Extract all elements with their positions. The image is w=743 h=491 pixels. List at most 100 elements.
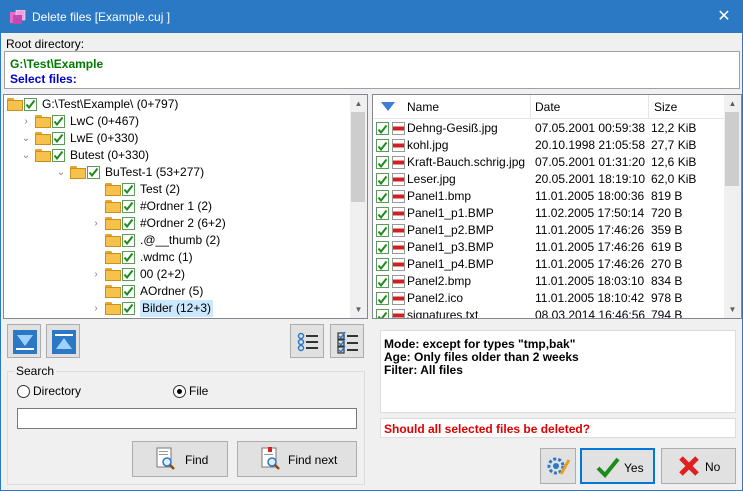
file-row[interactable]: Panel1.bmp 11.01.2005 18:00:36 819 B: [373, 188, 725, 205]
file-checkbox[interactable]: [376, 258, 389, 271]
tree-node[interactable]: #Ordner 1 (2): [4, 198, 349, 215]
file-row[interactable]: kohl.jpg 20.10.1998 21:05:58 27,7 KiB: [373, 137, 725, 154]
tree-node-checkbox[interactable]: [122, 217, 135, 230]
tree-node[interactable]: › #Ordner 2 (6+2): [4, 215, 349, 232]
file-checkbox[interactable]: [376, 275, 389, 288]
tree-expander-icon[interactable]: ›: [91, 215, 101, 232]
tree-expander-icon[interactable]: ›: [21, 113, 31, 130]
tree-node[interactable]: G:\Test\Example\ (0+797): [4, 96, 349, 113]
file-list[interactable]: Name Date Size Dehng-Gesiß.jpg 07.05.2001…: [372, 94, 742, 319]
file-row[interactable]: Kraft-Bauch.schrig.jpg 07.05.2001 01:31:2…: [373, 154, 725, 171]
scroll-up-arrow[interactable]: ▲: [350, 95, 367, 112]
tree-node-label: LwE (0+330): [70, 131, 139, 145]
file-date: 11.02.2005 17:50:14: [535, 206, 645, 220]
file-row[interactable]: Panel2.bmp 11.01.2005 18:03:10 834 B: [373, 273, 725, 290]
file-row[interactable]: signatures.txt 08.03.2014 16:46:56 794 B: [373, 307, 725, 318]
settings-button[interactable]: [540, 448, 576, 484]
file-radio[interactable]: [173, 385, 186, 398]
list-view-icon: [297, 332, 318, 352]
file-row[interactable]: Panel1_p1.BMP 11.02.2005 17:50:14 720 B: [373, 205, 725, 222]
file-checkbox[interactable]: [376, 241, 389, 254]
scroll-up-arrow[interactable]: ▲: [724, 95, 741, 112]
no-label: No: [705, 460, 721, 474]
file-checkbox[interactable]: [376, 122, 389, 135]
find-button[interactable]: Find: [132, 441, 228, 477]
tree-expander-icon[interactable]: ⌄: [21, 147, 31, 164]
tree-node-checkbox[interactable]: [122, 234, 135, 247]
tree-node[interactable]: › 00 (2+2): [4, 266, 349, 283]
tree-node[interactable]: › LwC (0+467): [4, 113, 349, 130]
file-row[interactable]: Panel2.ico 11.01.2005 18:10:42 978 B: [373, 290, 725, 307]
directory-radio-label[interactable]: Directory: [33, 384, 81, 398]
tree-node[interactable]: ⌄ LwE (0+330): [4, 130, 349, 147]
checklist-button[interactable]: [330, 324, 364, 358]
sort-arrow-icon[interactable]: [381, 102, 395, 112]
tree-expander-icon[interactable]: ›: [91, 300, 101, 317]
no-button[interactable]: No: [661, 448, 736, 484]
find-next-label: Find next: [288, 453, 338, 467]
scroll-down-arrow[interactable]: ▼: [724, 301, 741, 318]
tree-node[interactable]: › Bilder (12+3): [4, 300, 349, 317]
column-name[interactable]: Name: [407, 100, 439, 114]
tree-node[interactable]: Test (2): [4, 181, 349, 198]
directory-radio[interactable]: [17, 385, 30, 398]
close-button[interactable]: ✕: [706, 1, 742, 32]
file-list-scroll-thumb[interactable]: [725, 112, 739, 186]
tree-node[interactable]: ⌄ BuTest-1 (53+277): [4, 164, 349, 181]
search-group: Search Directory File Find Find next: [7, 364, 365, 485]
tree-node-checkbox[interactable]: [52, 115, 65, 128]
file-checkbox[interactable]: [376, 224, 389, 237]
expand-all-button[interactable]: [7, 324, 41, 358]
tree-node-checkbox[interactable]: [122, 183, 135, 196]
file-row[interactable]: Panel1_p4.BMP 11.01.2005 17:46:26 270 B: [373, 256, 725, 273]
tree-scrollbar[interactable]: ▲ ▼: [350, 95, 367, 318]
file-radio-label[interactable]: File: [189, 384, 208, 398]
scroll-down-arrow[interactable]: ▼: [350, 301, 367, 318]
folder-icon: [105, 200, 121, 213]
tree-scroll-thumb[interactable]: [351, 112, 365, 202]
tree-node-checkbox[interactable]: [122, 268, 135, 281]
file-list-scrollbar[interactable]: ▲ ▼: [724, 95, 741, 318]
file-checkbox[interactable]: [376, 156, 389, 169]
file-checkbox[interactable]: [376, 173, 389, 186]
tree-node-checkbox[interactable]: [24, 98, 37, 111]
search-input[interactable]: [17, 408, 357, 429]
file-checkbox[interactable]: [376, 292, 389, 305]
folder-icon: [35, 115, 51, 128]
file-size: 978 B: [651, 291, 683, 305]
file-row[interactable]: Panel1_p3.BMP 11.01.2005 17:46:26 619 B: [373, 239, 725, 256]
tree-node[interactable]: › BOrdner (12+4): [4, 317, 349, 318]
tree-expander-icon[interactable]: ›: [91, 317, 101, 318]
yes-button[interactable]: Yes: [580, 448, 655, 484]
tree-node[interactable]: .wdmc (1): [4, 249, 349, 266]
column-date[interactable]: Date: [535, 100, 560, 114]
tree-node[interactable]: ⌄ Butest (0+330): [4, 147, 349, 164]
folder-icon: [105, 268, 121, 281]
tree-expander-icon[interactable]: ⌄: [21, 130, 31, 147]
file-row[interactable]: Dehng-Gesiß.jpg 07.05.2001 00:59:38 12,2 K…: [373, 120, 725, 137]
tree-node-checkbox[interactable]: [122, 285, 135, 298]
folder-tree[interactable]: G:\Test\Example\ (0+797) › LwC (0+467) ⌄ LwE…: [3, 94, 368, 319]
file-checkbox[interactable]: [376, 139, 389, 152]
column-size[interactable]: Size: [654, 100, 677, 114]
find-next-button[interactable]: Find next: [237, 441, 357, 477]
tree-node-label: LwC (0+467): [70, 114, 140, 128]
file-checkbox[interactable]: [376, 190, 389, 203]
file-row[interactable]: Panel1_p2.BMP 11.01.2005 17:46:26 359 B: [373, 222, 725, 239]
tree-node-checkbox[interactable]: [52, 149, 65, 162]
tree-node-checkbox[interactable]: [122, 302, 135, 315]
tree-expander-icon[interactable]: ⌄: [56, 164, 66, 181]
tree-node-checkbox[interactable]: [122, 251, 135, 264]
collapse-all-button[interactable]: [46, 324, 80, 358]
file-checkbox[interactable]: [376, 207, 389, 220]
tree-node-checkbox[interactable]: [52, 132, 65, 145]
tree-node-checkbox[interactable]: [122, 200, 135, 213]
tree-expander-icon[interactable]: ›: [91, 266, 101, 283]
list-view-button[interactable]: [290, 324, 324, 358]
tree-node-label: G:\Test\Example\ (0+797): [42, 97, 179, 111]
tree-node[interactable]: .@__thumb (2): [4, 232, 349, 249]
file-checkbox[interactable]: [376, 309, 389, 318]
tree-node[interactable]: AOrdner (5): [4, 283, 349, 300]
file-row[interactable]: Leser.jpg 20.05.2001 18:19:10 62,0 KiB: [373, 171, 725, 188]
tree-node-checkbox[interactable]: [87, 166, 100, 179]
